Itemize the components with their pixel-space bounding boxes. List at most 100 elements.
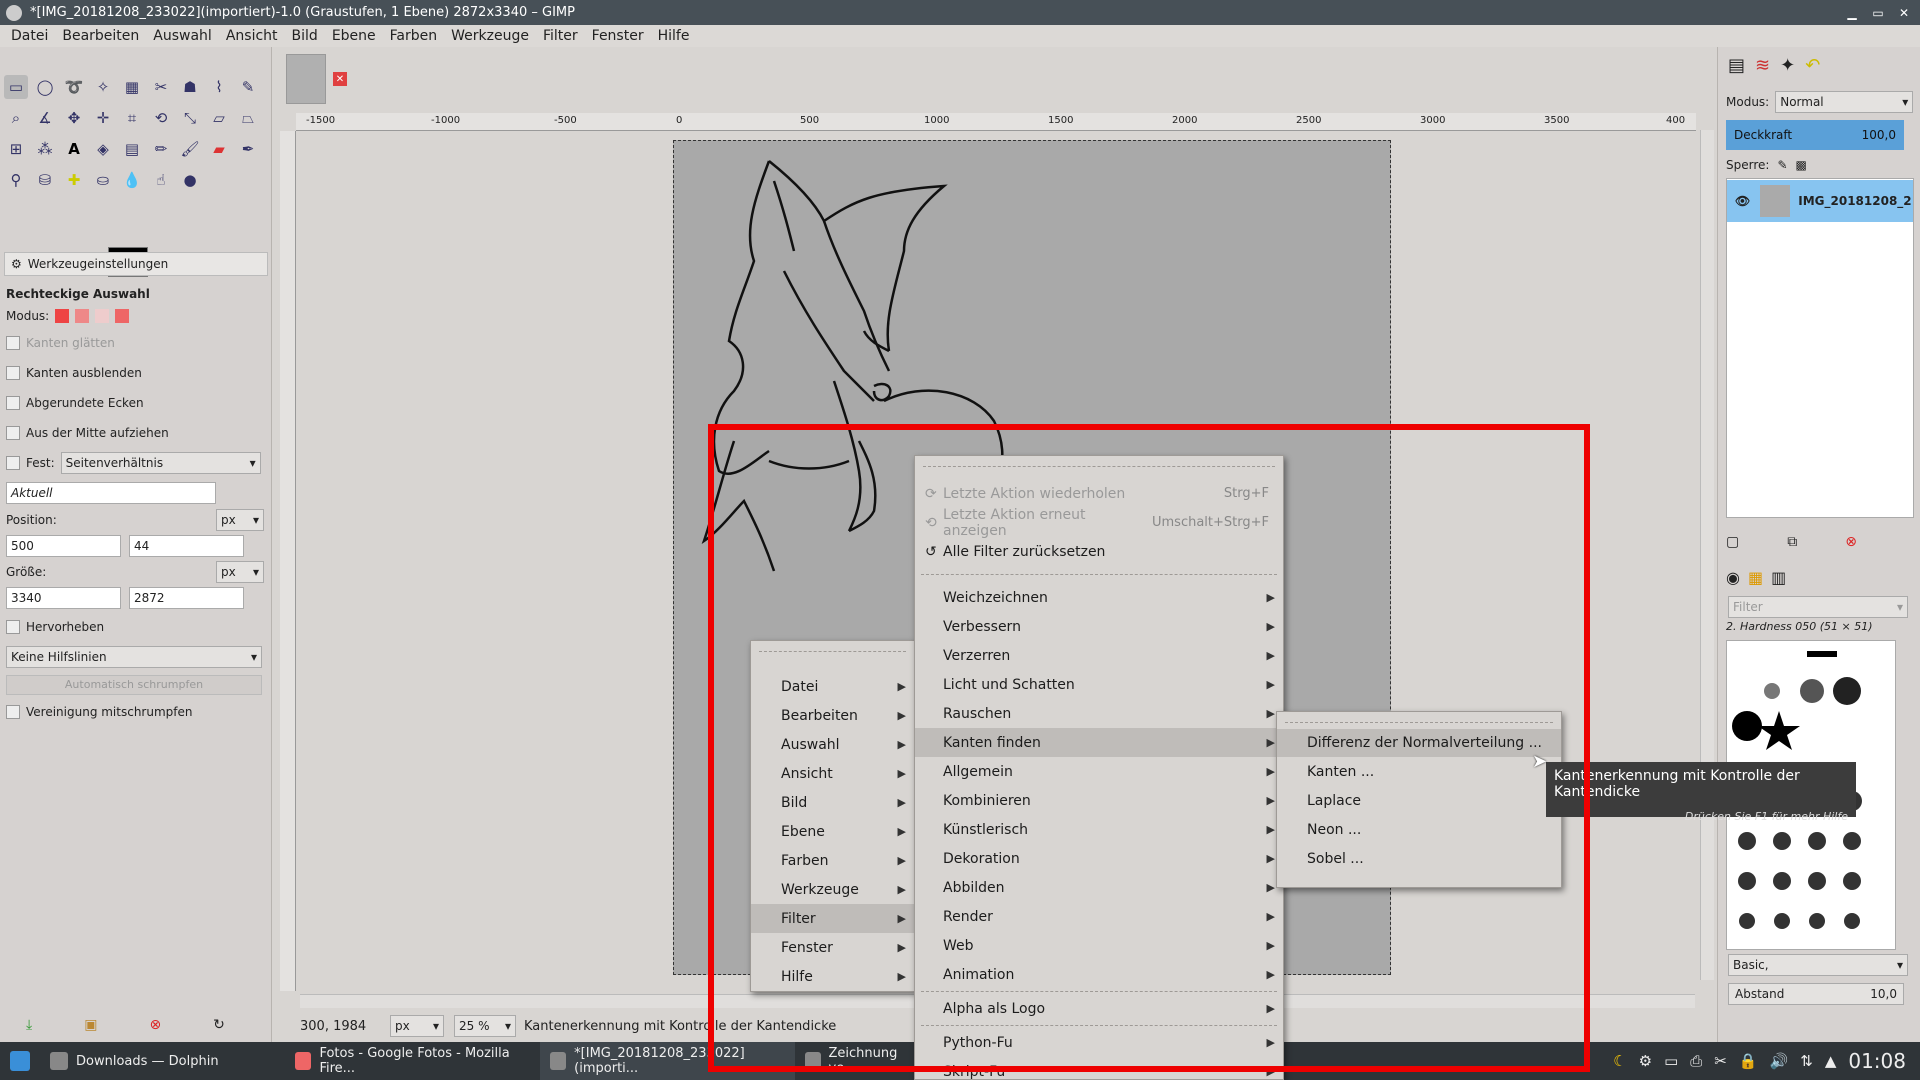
- filter-item-dekoration[interactable]: Dekoration ▶: [915, 844, 1283, 873]
- ctx-item-ansicht[interactable]: Ansicht ▶: [751, 759, 914, 788]
- filter-item-licht-und-schatten[interactable]: Licht und Schatten ▶: [915, 670, 1283, 699]
- brushes-tab-icon[interactable]: ◉: [1726, 568, 1740, 587]
- airbrush-icon[interactable]: ✒: [236, 137, 260, 161]
- menu-auswahl[interactable]: Auswahl: [146, 28, 219, 44]
- undo-tab-icon[interactable]: ↶: [1805, 55, 1820, 76]
- rect-select-icon[interactable]: ▭: [4, 75, 28, 99]
- pencil-icon[interactable]: ✏: [149, 137, 173, 161]
- transform-icon[interactable]: ⊞: [4, 137, 28, 161]
- visibility-eye-icon[interactable]: 👁: [1735, 194, 1750, 208]
- night-mode-icon[interactable]: ☾: [1613, 1052, 1626, 1070]
- scissors-icon[interactable]: ✂: [149, 75, 173, 99]
- delete-layer-icon[interactable]: ⊗: [1845, 534, 1857, 550]
- filter-item-web[interactable]: Web ▶: [915, 931, 1283, 960]
- menu-ebene[interactable]: Ebene: [325, 28, 383, 44]
- filter-item-kanten-finden[interactable]: Kanten finden ▶: [915, 728, 1283, 757]
- edge-item-sobel[interactable]: Sobel ...: [1277, 844, 1561, 873]
- printer-icon[interactable]: ⎙: [1690, 1052, 1702, 1070]
- smudge-icon[interactable]: ☝: [149, 168, 173, 192]
- mode-intersect-icon[interactable]: [115, 309, 130, 323]
- filter-item-kuenstlerisch[interactable]: Künstlerisch ▶: [915, 815, 1283, 844]
- bucket-fill-icon[interactable]: ◈: [91, 137, 115, 161]
- filter-item-abbilden[interactable]: Abbilden ▶: [915, 873, 1283, 902]
- ctx-item-farben[interactable]: Farben ▶: [751, 846, 914, 875]
- filter-item-weichzeichnen[interactable]: Weichzeichnen ▶: [915, 583, 1283, 612]
- task-dolphin[interactable]: Downloads — Dolphin: [40, 1042, 285, 1080]
- filter-reset-item[interactable]: ↺ Alle Filter zurücksetzen: [915, 537, 1283, 566]
- network-icon[interactable]: ⇅: [1800, 1052, 1813, 1070]
- duplicate-layer-icon[interactable]: ⧉: [1787, 534, 1797, 550]
- menu-filter[interactable]: Filter: [536, 28, 585, 44]
- measure-icon[interactable]: ∡: [33, 106, 57, 130]
- from-center-checkbox[interactable]: [6, 426, 20, 440]
- layer-mode-dropdown[interactable]: Normal ▾: [1775, 91, 1914, 113]
- guides-dropdown[interactable]: Keine Hilfslinien ▾: [6, 646, 262, 668]
- image-tab-thumbnail[interactable]: [286, 54, 326, 104]
- scale-icon[interactable]: ⤡: [178, 106, 202, 130]
- close-icon[interactable]: ✕: [1896, 5, 1912, 21]
- reset-options-icon[interactable]: ↻: [213, 1017, 225, 1033]
- delete-options-icon[interactable]: ⊗: [149, 1017, 161, 1033]
- settings-icon[interactable]: ⚙: [1639, 1052, 1652, 1070]
- filter-item-kombinieren[interactable]: Kombinieren ▶: [915, 786, 1283, 815]
- ink-icon[interactable]: ⚲: [4, 168, 28, 192]
- menu-tearoff[interactable]: [759, 651, 906, 652]
- edge-item-laplace[interactable]: Laplace: [1277, 786, 1561, 815]
- ellipse-select-icon[interactable]: ◯: [33, 75, 57, 99]
- ctx-item-ebene[interactable]: Ebene ▶: [751, 817, 914, 846]
- paintbrush-icon[interactable]: 🖌: [178, 137, 202, 161]
- brush-filter-field[interactable]: Filter ▾: [1728, 596, 1908, 618]
- menu-datei[interactable]: Datei: [4, 28, 55, 44]
- spacing-slider[interactable]: Abstand 10,0: [1728, 983, 1904, 1005]
- filter-item-allgemein[interactable]: Allgemein ▶: [915, 757, 1283, 786]
- layers-tab-icon[interactable]: ▤: [1728, 55, 1745, 76]
- menu-hilfe[interactable]: Hilfe: [651, 28, 697, 44]
- minimize-icon[interactable]: ▁: [1844, 5, 1860, 21]
- filter-item-render[interactable]: Render ▶: [915, 902, 1283, 931]
- ctx-item-filter[interactable]: Filter ▶: [751, 904, 914, 933]
- filter-item-animation[interactable]: Animation ▶: [915, 960, 1283, 989]
- ctx-item-fenster[interactable]: Fenster ▶: [751, 933, 914, 962]
- maximize-icon[interactable]: ▭: [1870, 5, 1886, 21]
- filter-item-verbessern[interactable]: Verbessern ▶: [915, 612, 1283, 641]
- edge-item-neon[interactable]: Neon ...: [1277, 815, 1561, 844]
- perspective-icon[interactable]: ⏢: [236, 106, 260, 130]
- filter-reshow-item[interactable]: ⟲ Letzte Aktion erneut anzeigen Umschalt+S…: [915, 507, 1283, 539]
- ctx-item-hilfe[interactable]: Hilfe ▶: [751, 962, 914, 991]
- opacity-slider[interactable]: Deckkraft 100,0: [1726, 120, 1904, 150]
- mode-add-icon[interactable]: [75, 309, 90, 323]
- menu-ansicht[interactable]: Ansicht: [219, 28, 285, 44]
- heal-icon[interactable]: ✚: [62, 168, 86, 192]
- filter-item-python-fu[interactable]: Python-Fu ▶: [915, 1028, 1283, 1057]
- task-gimp[interactable]: *[IMG_20181208_233022](importi...: [540, 1042, 795, 1080]
- clone-icon[interactable]: ⛁: [33, 168, 57, 192]
- aspect-current-field[interactable]: Aktuell: [6, 482, 216, 504]
- align-icon[interactable]: ✛: [91, 106, 115, 130]
- blur-icon[interactable]: 💧: [120, 168, 144, 192]
- fuzzy-select-icon[interactable]: ✧: [91, 75, 115, 99]
- save-options-icon[interactable]: ⤓: [26, 1017, 32, 1033]
- paths-tab-icon[interactable]: ✦: [1780, 55, 1795, 76]
- size-h-field[interactable]: 2872: [129, 587, 244, 609]
- foreground-select-icon[interactable]: ☗: [178, 75, 202, 99]
- rotate-icon[interactable]: ⟲: [149, 106, 173, 130]
- antialias-checkbox[interactable]: [6, 336, 20, 350]
- shear-icon[interactable]: ▱: [207, 106, 231, 130]
- gradient-icon[interactable]: ▤: [120, 137, 144, 161]
- menu-tearoff[interactable]: [1285, 722, 1553, 723]
- edge-item-kanten[interactable]: Kanten ...: [1277, 757, 1561, 786]
- new-layer-icon[interactable]: ▢: [1726, 534, 1739, 550]
- task-firefox[interactable]: Fotos - Google Fotos - Mozilla Fire...: [285, 1042, 540, 1080]
- edge-item-dog[interactable]: Differenz der Normalverteilung ...: [1277, 729, 1561, 757]
- ctx-item-bearbeiten[interactable]: Bearbeiten ▶: [751, 701, 914, 730]
- position-x-field[interactable]: 500: [6, 535, 121, 557]
- dodge-icon[interactable]: ●: [178, 168, 202, 192]
- channels-tab-icon[interactable]: ≋: [1755, 55, 1770, 76]
- menu-farben[interactable]: Farben: [383, 28, 444, 44]
- menu-bild[interactable]: Bild: [285, 28, 325, 44]
- fixed-checkbox[interactable]: [6, 456, 20, 470]
- start-menu-button[interactable]: [0, 1042, 40, 1080]
- brush-preset-dropdown[interactable]: Basic, ▾: [1728, 954, 1908, 976]
- rounded-checkbox[interactable]: [6, 396, 20, 410]
- position-unit-dropdown[interactable]: px ▾: [216, 509, 264, 531]
